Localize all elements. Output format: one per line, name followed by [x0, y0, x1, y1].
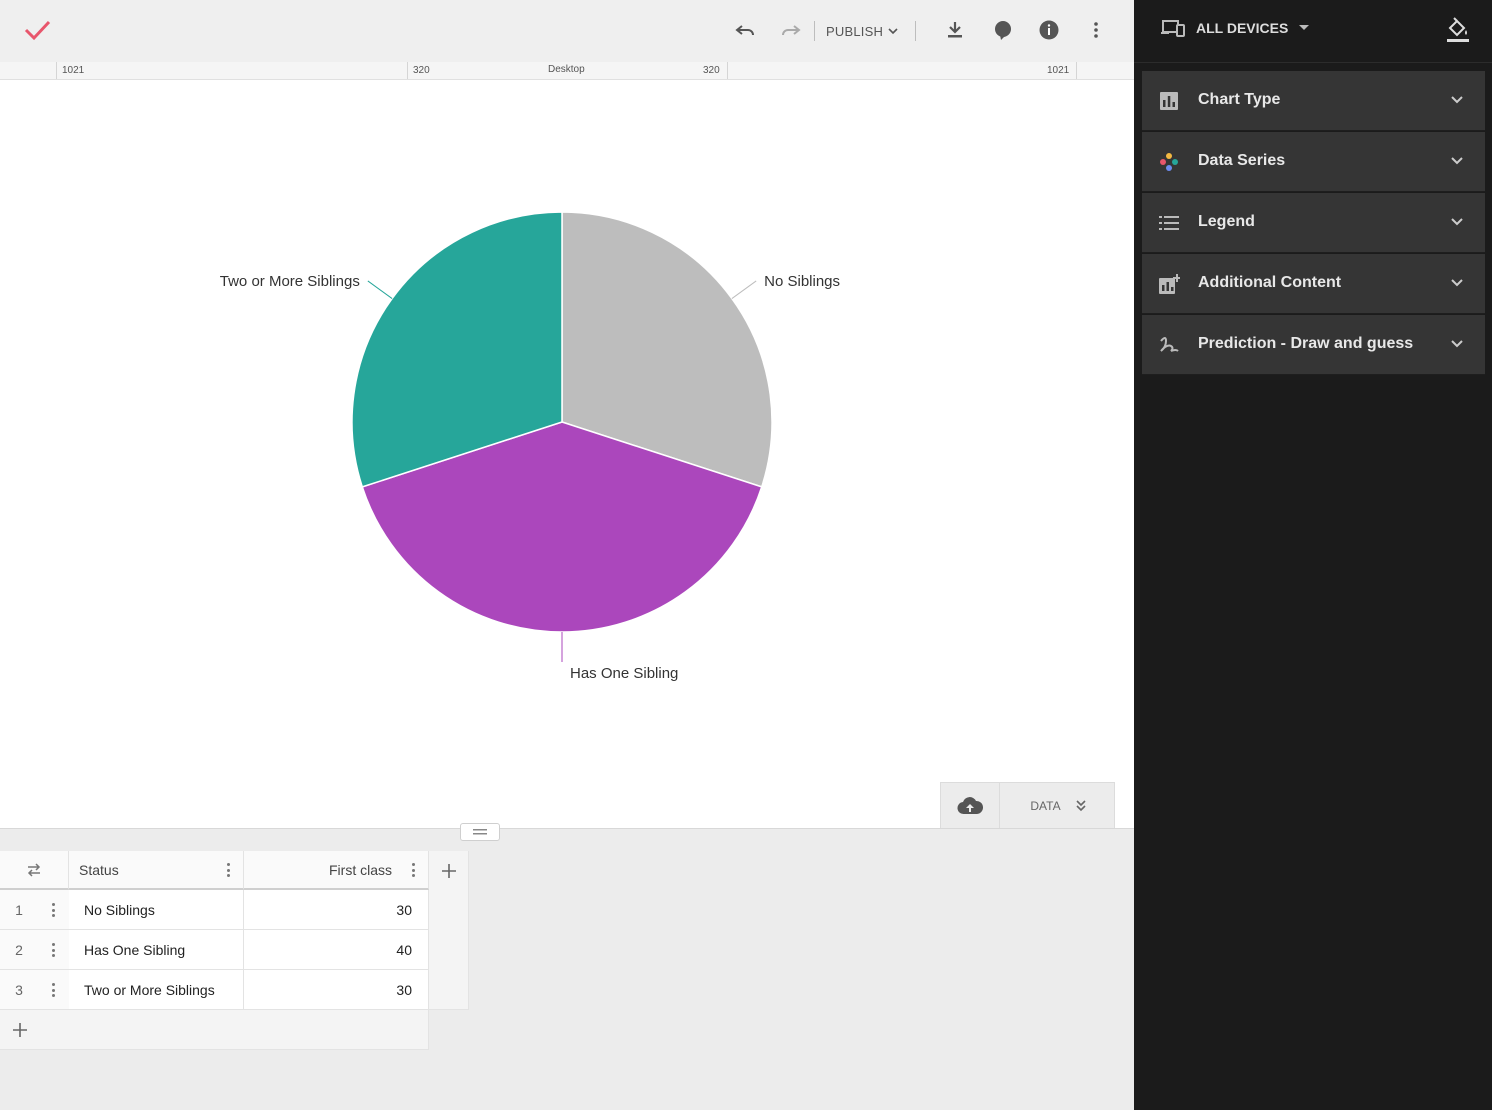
- toolbar-divider: [915, 21, 916, 41]
- row-menu-icon: [51, 983, 55, 997]
- bar-chart-icon: [1160, 92, 1178, 110]
- data-editor: Status First class 1 No Siblings 30 2 Ha…: [0, 823, 1134, 1110]
- chevron-down-icon: [888, 28, 898, 35]
- data-tab-label: DATA: [1030, 799, 1061, 813]
- device-bar: ALL DEVICES: [1134, 0, 1492, 63]
- section-additional-content[interactable]: Additional Content: [1142, 254, 1485, 314]
- list-icon: [1159, 216, 1179, 230]
- add-row-button[interactable]: [0, 1010, 429, 1050]
- chevron-down-icon: [1451, 218, 1463, 226]
- device-width-ruler: 1021 320 Desktop 320 1021: [0, 62, 1134, 80]
- data-tabs: DATA: [940, 782, 1116, 829]
- ruler-label: 320: [413, 65, 430, 76]
- transpose-button[interactable]: [0, 851, 69, 890]
- row-menu-button[interactable]: [38, 930, 69, 970]
- table-cell[interactable]: 40: [244, 930, 429, 970]
- row-number: 1: [0, 890, 38, 930]
- ruler-center-label: Desktop: [548, 64, 585, 75]
- column-header-status[interactable]: Status: [69, 851, 244, 890]
- pie-slice-label: Two or More Siblings: [220, 273, 360, 290]
- section-data-series[interactable]: Data Series: [1142, 132, 1485, 192]
- upload-data-button[interactable]: [941, 783, 1000, 829]
- cloud-upload-icon: [957, 797, 983, 815]
- double-chevron-down-icon: [1076, 800, 1086, 812]
- pie-leader-line: [367, 280, 393, 299]
- chart-canvas: No Siblings Has One Sibling Two or More Si…: [0, 80, 1134, 828]
- column-header-label: Status: [79, 861, 119, 878]
- info-icon[interactable]: [1034, 15, 1064, 45]
- column-header-first-class[interactable]: First class: [244, 851, 429, 890]
- chevron-down-icon: [1451, 340, 1463, 348]
- section-label: Chart Type: [1198, 91, 1281, 108]
- undo-icon[interactable]: [730, 15, 760, 45]
- pie-chart[interactable]: No Siblings Has One Sibling Two or More Si…: [0, 80, 1134, 780]
- settings-panel: ALL DEVICES Chart Type Data Series Legen…: [1134, 0, 1492, 1110]
- data-tab[interactable]: DATA: [1001, 783, 1116, 829]
- section-label: Legend: [1198, 213, 1255, 230]
- paint-bucket-icon[interactable]: [1444, 16, 1472, 49]
- section-label: Additional Content: [1198, 274, 1342, 291]
- plus-icon: [441, 863, 456, 878]
- row-menu-button[interactable]: [38, 890, 69, 930]
- table-cell[interactable]: Has One Sibling: [69, 930, 244, 970]
- top-toolbar: PUBLISH: [0, 0, 1134, 62]
- row-menu-icon: [51, 903, 55, 917]
- download-icon[interactable]: [940, 15, 970, 45]
- transpose-icon: [27, 862, 41, 877]
- caret-down-icon: [1299, 25, 1310, 30]
- table-cell[interactable]: 30: [244, 890, 429, 930]
- section-chart-type[interactable]: Chart Type: [1142, 71, 1485, 131]
- scribble-icon: [1160, 337, 1179, 352]
- add-chart-icon: [1159, 274, 1180, 294]
- ruler-label: 1021: [62, 65, 85, 76]
- comment-icon[interactable]: [988, 15, 1018, 45]
- publish-button[interactable]: PUBLISH: [826, 18, 899, 44]
- pie-slice-label: Has One Sibling: [570, 665, 678, 682]
- chevron-down-icon: [1451, 279, 1463, 287]
- add-column-button[interactable]: [429, 851, 469, 890]
- section-label: Prediction - Draw and guess: [1198, 335, 1414, 352]
- column-header-label: First class: [329, 861, 392, 878]
- ruler-segment: [727, 62, 1077, 79]
- table-cell[interactable]: 30: [244, 970, 429, 1010]
- column-menu-icon[interactable]: [226, 863, 230, 877]
- ruler-segment: [56, 62, 407, 79]
- plus-icon: [13, 1022, 27, 1037]
- pie-slice-label: No Siblings: [764, 273, 840, 290]
- editor-main: PUBLISH 1021 320 Desktop 320 1021 No Sib…: [0, 0, 1134, 1110]
- ruler-label: 320: [703, 65, 720, 76]
- more-vert-icon[interactable]: [1081, 15, 1111, 45]
- done-check-icon[interactable]: [22, 15, 52, 45]
- pie-leader-line: [731, 280, 757, 299]
- ruler-label: 1021: [1047, 65, 1070, 76]
- redo-icon[interactable]: [776, 15, 806, 45]
- chevron-down-icon: [1451, 96, 1463, 104]
- publish-label: PUBLISH: [826, 23, 884, 39]
- chevron-down-icon: [1451, 157, 1463, 165]
- resize-handle[interactable]: [460, 823, 500, 841]
- device-selector[interactable]: ALL DEVICES: [1160, 18, 1310, 38]
- section-prediction[interactable]: Prediction - Draw and guess: [1142, 315, 1485, 375]
- table-cell[interactable]: Two or More Siblings: [69, 970, 244, 1010]
- section-label: Data Series: [1198, 152, 1286, 169]
- row-menu-button[interactable]: [38, 970, 69, 1010]
- add-column-strip: [429, 890, 469, 1010]
- section-legend[interactable]: Legend: [1142, 193, 1485, 253]
- palette-dots-icon: [1160, 153, 1178, 171]
- toolbar-divider: [814, 21, 815, 41]
- row-number: 3: [0, 970, 38, 1010]
- device-label: ALL DEVICES: [1196, 20, 1289, 36]
- row-menu-icon: [51, 943, 55, 957]
- column-menu-icon[interactable]: [411, 863, 415, 877]
- devices-icon: [1161, 20, 1185, 37]
- row-number: 2: [0, 930, 38, 970]
- table-cell[interactable]: No Siblings: [69, 890, 244, 930]
